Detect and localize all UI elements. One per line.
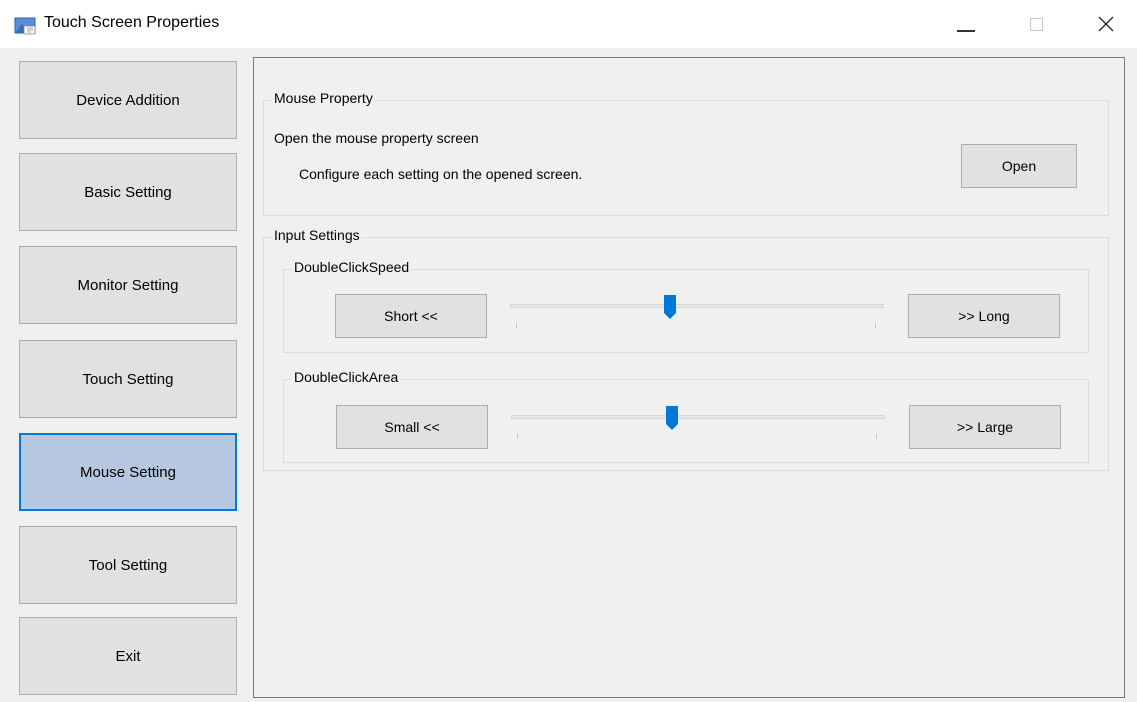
mouse-property-description: Open the mouse property screen [274,130,479,146]
slider-tick [516,323,517,328]
mouse-property-group-label: Mouse Property [272,90,375,106]
double-click-speed-slider-track[interactable] [510,304,884,308]
double-click-speed-slider-thumb[interactable] [664,295,676,319]
double-click-speed-long-button[interactable]: >> Long [908,294,1060,338]
double-click-speed-short-button[interactable]: Short << [335,294,487,338]
app-icon [14,17,36,35]
nav-touch-setting-button[interactable]: Touch Setting [19,340,237,418]
maximize-icon [1029,17,1043,31]
nav-monitor-setting-button[interactable]: Monitor Setting [19,246,237,324]
double-click-area-small-button[interactable]: Small << [336,405,488,449]
maximize-button[interactable] [1013,0,1059,48]
mouse-property-instruction: Configure each setting on the opened scr… [299,166,583,182]
nav-exit-button[interactable]: Exit [19,617,237,695]
close-icon [1098,16,1114,32]
input-settings-group-label: Input Settings [272,227,362,243]
double-click-area-slider-thumb[interactable] [666,406,678,430]
double-click-area-label: DoubleClickArea [292,369,401,385]
title-bar: Touch Screen Properties [0,0,1137,48]
minimize-icon [957,30,975,32]
double-click-area-large-button[interactable]: >> Large [909,405,1061,449]
nav-mouse-setting-button[interactable]: Mouse Setting [19,433,237,511]
double-click-speed-label: DoubleClickSpeed [292,259,412,275]
window-title: Touch Screen Properties [44,14,220,31]
slider-tick [875,323,876,328]
settings-panel: Mouse Property Open the mouse property s… [253,57,1125,698]
minimize-button[interactable] [943,0,989,48]
nav-device-addition-button[interactable]: Device Addition [19,61,237,139]
double-click-area-slider-track[interactable] [511,415,885,419]
open-mouse-property-button[interactable]: Open [961,144,1077,188]
slider-tick [876,434,877,439]
slider-tick [517,434,518,439]
nav-tool-setting-button[interactable]: Tool Setting [19,526,237,604]
nav-basic-setting-button[interactable]: Basic Setting [19,153,237,231]
close-button[interactable] [1083,0,1129,48]
